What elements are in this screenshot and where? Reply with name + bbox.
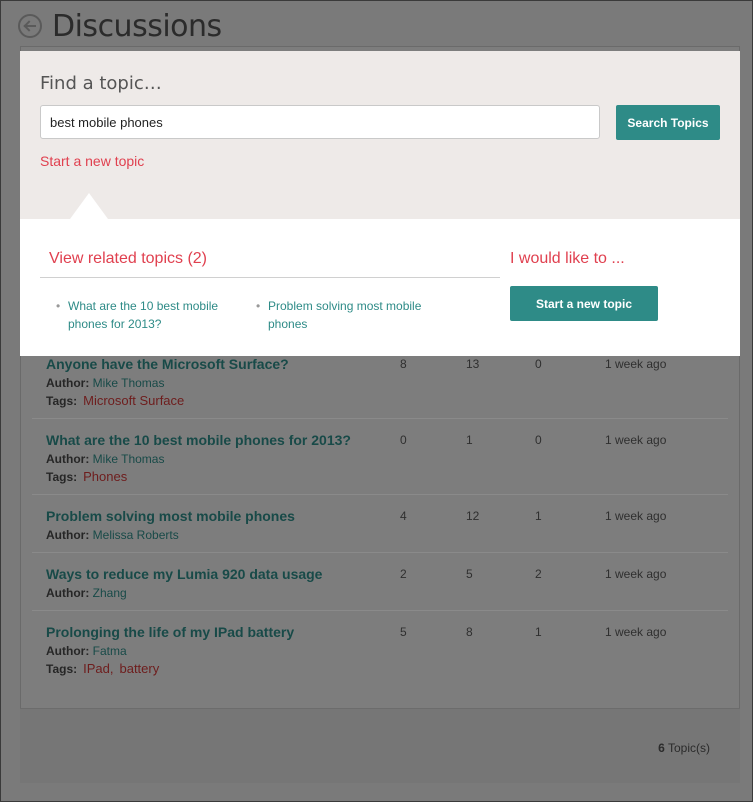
topic-author: Author: Fatma bbox=[46, 644, 127, 658]
author-name[interactable]: Mike Thomas bbox=[93, 452, 165, 466]
table-row[interactable]: What are the 10 best mobile phones for 2… bbox=[32, 419, 728, 495]
related-topics-heading: View related topics (2) bbox=[49, 250, 207, 267]
tag-link[interactable]: Phones bbox=[83, 469, 127, 484]
replies-count: 8 bbox=[400, 357, 407, 371]
views-count: 5 bbox=[466, 567, 473, 581]
related-topic-link[interactable]: What are the 10 best mobile phones for 2… bbox=[68, 299, 218, 331]
topic-tags: Tags: IPad, battery bbox=[46, 661, 160, 676]
likes-count: 2 bbox=[535, 567, 542, 581]
tag-link[interactable]: battery bbox=[119, 661, 159, 676]
popover-caret bbox=[70, 193, 108, 219]
find-topic-heading: Find a topic… bbox=[40, 73, 162, 94]
list-footer: 6 Topic(s) bbox=[20, 708, 740, 783]
table-row[interactable]: Ways to reduce my Lumia 920 data usage A… bbox=[32, 553, 728, 611]
related-topics-panel: View related topics (2) • What are the 1… bbox=[20, 219, 740, 356]
start-new-topic-button[interactable]: Start a new topic bbox=[510, 286, 658, 321]
search-input[interactable] bbox=[40, 105, 600, 139]
tag-link[interactable]: Microsoft Surface bbox=[83, 393, 184, 408]
replies-count: 5 bbox=[400, 625, 407, 639]
likes-count: 0 bbox=[535, 433, 542, 447]
table-row[interactable]: Anyone have the Microsoft Surface? Autho… bbox=[32, 356, 728, 419]
views-count: 1 bbox=[466, 433, 473, 447]
replies-count: 2 bbox=[400, 567, 407, 581]
topic-author: Author: Zhang bbox=[46, 586, 127, 600]
actions-heading: I would like to ... bbox=[510, 250, 625, 267]
likes-count: 0 bbox=[535, 357, 542, 371]
author-name[interactable]: Melissa Roberts bbox=[93, 528, 179, 542]
last-post-time: 1 week ago bbox=[605, 433, 667, 447]
last-post-time: 1 week ago bbox=[605, 509, 667, 523]
views-count: 8 bbox=[466, 625, 473, 639]
topic-author: Author: Mike Thomas bbox=[46, 376, 165, 390]
search-panel: Find a topic… Search Topics Start a new … bbox=[20, 51, 740, 219]
topic-tags: Tags: Microsoft Surface bbox=[46, 393, 185, 408]
bullet-icon: • bbox=[256, 299, 261, 313]
related-topic-link[interactable]: Problem solving most mobile phones bbox=[268, 299, 421, 331]
related-topic-item[interactable]: • Problem solving most mobile phones bbox=[256, 297, 426, 333]
search-topics-button[interactable]: Search Topics bbox=[616, 105, 720, 140]
page-title: Discussions bbox=[52, 8, 222, 44]
page-header: Discussions bbox=[18, 6, 222, 46]
start-new-topic-link[interactable]: Start a new topic bbox=[40, 153, 144, 169]
author-name[interactable]: Zhang bbox=[93, 586, 127, 600]
last-post-time: 1 week ago bbox=[605, 567, 667, 581]
last-post-time: 1 week ago bbox=[605, 625, 667, 639]
table-row[interactable]: Prolonging the life of my IPad battery A… bbox=[32, 611, 728, 691]
divider bbox=[40, 277, 500, 278]
author-name[interactable]: Fatma bbox=[93, 644, 127, 658]
table-row[interactable]: Problem solving most mobile phones Autho… bbox=[32, 495, 728, 553]
topic-count: 6 Topic(s) bbox=[658, 741, 710, 755]
topic-tags: Tags: Phones bbox=[46, 469, 128, 484]
back-arrow-icon[interactable] bbox=[18, 14, 42, 38]
topic-author: Author: Melissa Roberts bbox=[46, 528, 179, 542]
related-topic-item[interactable]: • What are the 10 best mobile phones for… bbox=[56, 297, 226, 333]
views-count: 12 bbox=[466, 509, 480, 523]
topic-author: Author: Mike Thomas bbox=[46, 452, 165, 466]
topic-list: Anyone have the Microsoft Surface? Autho… bbox=[32, 356, 728, 691]
last-post-time: 1 week ago bbox=[605, 357, 667, 371]
likes-count: 1 bbox=[535, 509, 542, 523]
replies-count: 4 bbox=[400, 509, 407, 523]
bullet-icon: • bbox=[56, 299, 61, 313]
views-count: 13 bbox=[466, 357, 480, 371]
replies-count: 0 bbox=[400, 433, 407, 447]
author-name[interactable]: Mike Thomas bbox=[93, 376, 165, 390]
likes-count: 1 bbox=[535, 625, 542, 639]
tag-link[interactable]: IPad, bbox=[83, 661, 113, 676]
